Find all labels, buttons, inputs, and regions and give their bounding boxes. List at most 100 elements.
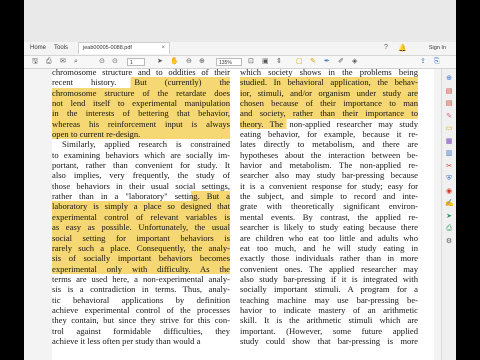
organize-icon[interactable]: ▥ <box>445 150 453 158</box>
text-line: important. (However, some future applied <box>240 325 418 336</box>
text-line: havior and metabolism. The non-applied r… <box>240 160 418 171</box>
text-line: recent history. But (currently) the <box>52 77 230 88</box>
export-pdf-icon[interactable]: ▤ <box>445 88 453 96</box>
zoom-in-icon[interactable]: ⊕ <box>199 57 205 67</box>
text-line: open to current re-design. <box>52 129 230 140</box>
create-pdf-icon[interactable]: ▤ <box>445 100 453 108</box>
mail-icon[interactable]: ✉ <box>60 57 66 67</box>
text-line: skill. It is the arithmetic stimuli whic… <box>240 315 418 326</box>
page-number-input[interactable]: 1 <box>127 58 145 66</box>
right-column: which society shows in the problems bein… <box>240 69 418 346</box>
text-line: social setting for important behaviors i… <box>52 232 230 243</box>
text-line: are children who eat too little and adul… <box>240 232 418 243</box>
zoom-level[interactable]: 135% <box>216 58 242 66</box>
text-line: achieve it less often per study than wou… <box>52 335 201 346</box>
redact-icon[interactable]: ✂ <box>445 163 453 171</box>
text-line: sis of socially important behaviors beco… <box>52 253 230 264</box>
text-line: experimental control of relevant variabl… <box>52 211 230 223</box>
text-line: also study bar-pressing if it is integra… <box>240 273 418 284</box>
text-line: those behaviors in their usual social se… <box>52 180 230 191</box>
text-line: rather than in a "laboratory" setting. B… <box>52 191 230 202</box>
text-line: to examining behaviors which are sociall… <box>52 149 230 160</box>
optimize-icon[interactable]: ◉ <box>445 188 453 196</box>
text-line: tic behavioral applications by definitio… <box>52 294 230 305</box>
document-view[interactable]: chromosome structure and to oddities of … <box>24 69 442 360</box>
text-line: havior to indicate mastery of an arithme… <box>240 304 418 315</box>
text-line: in the interests of bettering that behav… <box>52 108 230 119</box>
save-icon[interactable]: 🖫 <box>32 57 38 67</box>
text-line: mental events. By contrast, the applied … <box>240 211 418 222</box>
text-line: it is a convenient response for study; e… <box>240 180 418 191</box>
fill-sign-icon[interactable]: ✍ <box>445 200 454 208</box>
sign-icon[interactable]: ✒ <box>324 57 330 67</box>
comment-icon[interactable]: ▢ <box>296 57 303 67</box>
menu-home[interactable]: Home <box>30 45 46 51</box>
send-track-icon[interactable]: ➤ <box>445 213 453 221</box>
text-line: trol against formidable difficulties, th… <box>52 325 230 336</box>
more-tools-icon[interactable]: ⚙ <box>445 238 453 246</box>
menu-tools[interactable]: Tools <box>54 45 68 51</box>
text-line: not lend itself to experimental manipula… <box>52 98 230 109</box>
text-line: searcher also may study bar-pressing bec… <box>240 170 418 181</box>
text-line: as easy as possible. Unfortunately, the … <box>52 222 230 233</box>
page-down-icon[interactable]: ⊙ <box>112 57 118 67</box>
menu-bar: Home Tools jeab00005-0088.pdf × ? 🔔 Sign… <box>24 42 456 56</box>
highlight-icon[interactable]: ✎ <box>310 57 316 67</box>
text-line: studied. In behavioral application, the … <box>240 77 418 88</box>
text-line: whereas his reinforcement input is alway… <box>52 118 230 130</box>
hand-icon[interactable]: ✋ <box>170 57 179 67</box>
text-line: portant, rather than convenient for stud… <box>52 160 230 171</box>
notification-icon[interactable]: 🔔 <box>398 44 407 52</box>
text-line: eating behavior, for example, because it… <box>240 129 418 140</box>
text-line: searcher is likely to study eating becau… <box>240 222 418 233</box>
toolbar: 🖫 ⎙ ✉ ⌕ ⊙ ⊙ 1 ➤ ✋ ⊖ ⊕ 135% ⊡ ▣ ⇕ ▢ ✎ ✒ ✐… <box>24 56 456 69</box>
combine-icon[interactable]: ▦ <box>445 138 453 146</box>
pdf-page: chromosome structure and to oddities of … <box>52 69 434 360</box>
page-up-icon[interactable]: ⊙ <box>99 57 105 67</box>
sign-in-link[interactable]: Sign In <box>429 45 446 51</box>
text-line: chromosome structure of the retardate do… <box>52 87 230 99</box>
print-icon[interactable]: ⎙ <box>46 57 52 67</box>
text-line: which society shows in the problems bein… <box>240 69 418 77</box>
text-line: ior, stimuli, and/or organism under stud… <box>240 87 418 99</box>
comment-rail-icon[interactable]: ▭ <box>445 125 453 133</box>
zoom-rail-icon[interactable]: ⊕ <box>445 75 453 83</box>
zoom-select-icon[interactable]: ⊡ <box>248 57 254 67</box>
scroll-icon[interactable]: ⇕ <box>276 57 282 67</box>
protect-icon[interactable]: ⛨ <box>445 175 453 183</box>
text-line: grate with theoretically significant env… <box>240 201 418 212</box>
tools-rail: ⊕ ▤ ▤ ✎ ▭ ▦ ▥ ✂ ⛨ ◉ ✍ ➤ ⎙ ⚙ <box>441 69 456 360</box>
text-line: terms are used here, a non-experimental … <box>52 273 230 284</box>
text-line: study could show that bar-pressing is mo… <box>240 335 418 346</box>
fit-icon[interactable]: ▣ <box>262 57 269 67</box>
text-line: achieve experimental control of the proc… <box>52 304 230 315</box>
text-line: chromosome structure and to oddities of … <box>52 69 230 77</box>
text-line: rarely such a place. Consequently, the a… <box>52 242 230 254</box>
text-line: exactly those individuals rather than in… <box>240 253 418 264</box>
left-column: chromosome structure and to oddities of … <box>52 69 230 346</box>
document-tab[interactable]: jeab00005-0088.pdf × <box>78 42 170 54</box>
text-line: convenient ones. The applied researcher … <box>240 263 418 274</box>
search-icon[interactable]: ⌕ <box>74 57 78 67</box>
text-line: sis is a contradiction in terms. Thus, a… <box>52 284 230 295</box>
text-line: and society, rather than their importanc… <box>240 108 418 119</box>
text-line: lates directly to metabolism, and there … <box>240 139 418 150</box>
tab-close-icon[interactable]: × <box>161 45 165 51</box>
pdf-viewer-window: Home Tools jeab00005-0088.pdf × ? 🔔 Sign… <box>24 0 456 360</box>
text-line: chosen because of their importance to ma… <box>240 98 418 109</box>
tab-label: jeab00005-0088.pdf <box>83 45 132 51</box>
text-line: they contain, but since they strive for … <box>52 315 230 326</box>
text-line: experimental only with difficulty. As th… <box>52 263 230 274</box>
help-icon[interactable]: ? <box>384 44 388 51</box>
link-icon[interactable]: ⎘ <box>434 57 440 67</box>
text-line: hypotheses about the interaction between… <box>240 149 418 160</box>
share-icon[interactable]: ⇪ <box>420 57 426 67</box>
zoom-out-icon[interactable]: ⊖ <box>186 57 192 67</box>
text-line: Similarly, applied research is constrain… <box>62 139 230 150</box>
stamp-icon[interactable]: ◈ <box>352 57 357 67</box>
select-icon[interactable]: ➤ <box>157 57 163 67</box>
edit-pdf-icon[interactable]: ✎ <box>445 113 453 121</box>
text-line: eat too much, and he will study eating i… <box>240 242 418 253</box>
scan-icon[interactable]: ⎙ <box>445 225 453 233</box>
annotate-icon[interactable]: ✐ <box>338 57 344 67</box>
